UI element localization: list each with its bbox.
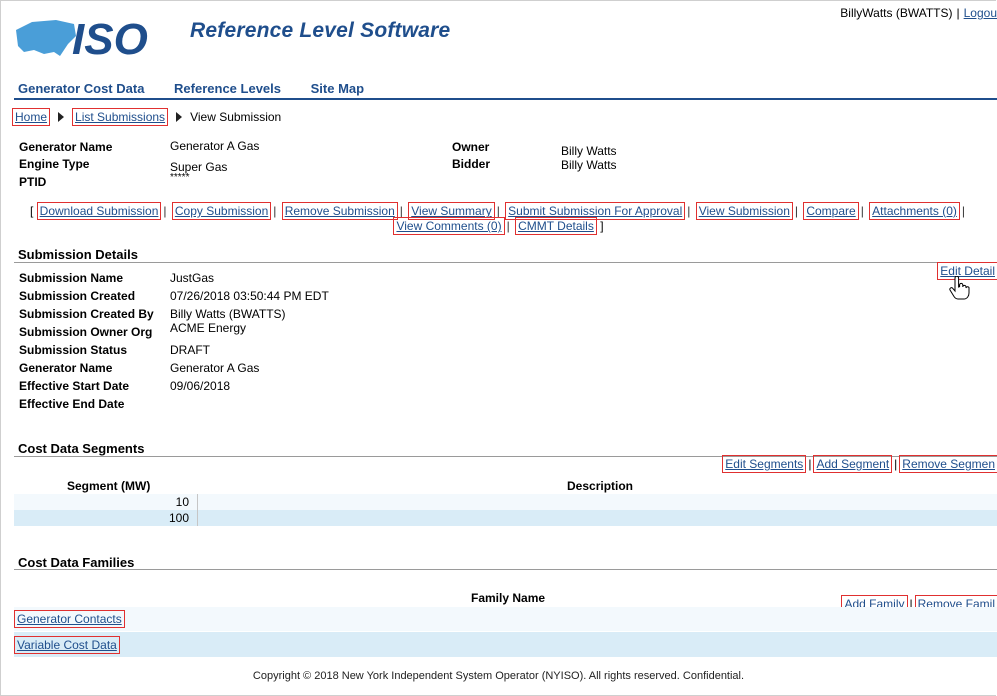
section-divider xyxy=(14,569,997,570)
segment-mw-value: 100 xyxy=(168,511,189,525)
detail-value: ACME Energy xyxy=(170,321,247,335)
download-submission-link[interactable]: Download Submission xyxy=(36,202,162,220)
ptid-label: PTID xyxy=(19,175,47,189)
generator-name-label: Generator Name xyxy=(19,140,113,154)
bidder-value: Billy Watts xyxy=(561,158,617,172)
actions-separator: | xyxy=(687,204,691,218)
actions-separator: | xyxy=(496,204,500,218)
cost-data-segments-title: Cost Data Segments xyxy=(18,441,145,456)
view-comments-link[interactable]: View Comments (0) xyxy=(393,217,505,235)
generator-name-value: Generator A Gas xyxy=(170,139,260,153)
nav-divider xyxy=(14,98,997,100)
detail-label: Submission Owner Org xyxy=(19,325,153,339)
owner-value: Billy Watts xyxy=(561,144,617,158)
detail-value: JustGas xyxy=(170,271,215,285)
footer-copyright: Copyright © 2018 New York Independent Sy… xyxy=(252,670,745,682)
detail-value: 09/06/2018 xyxy=(170,379,231,393)
detail-label: Submission Status xyxy=(19,343,128,357)
user-bar: BillyWatts (BWATTS) | Logou xyxy=(840,6,997,20)
hand-cursor-icon xyxy=(949,276,970,300)
detail-value: DRAFT xyxy=(170,343,210,357)
family-name-header: Family Name xyxy=(471,591,546,605)
breadcrumb-arrow-icon xyxy=(58,112,65,122)
breadcrumb-list-submissions[interactable]: List Submissions xyxy=(72,108,169,126)
actions-separator: | xyxy=(961,204,965,218)
submission-actions-row2: View Comments (0) | CMMT Details ] xyxy=(0,217,997,235)
user-name: BillyWatts (BWATTS) xyxy=(840,6,953,20)
remove-segment-link[interactable]: Remove Segmen xyxy=(899,455,997,473)
ptid-value: ***** xyxy=(170,172,190,183)
breadcrumb: Home List Submissions View Submission xyxy=(12,108,281,126)
detail-value: Generator A Gas xyxy=(170,361,260,375)
logout-link[interactable]: Logou xyxy=(964,6,997,20)
actions-open-bracket: [ xyxy=(29,204,34,218)
breadcrumb-arrow-icon xyxy=(176,112,183,122)
remove-submission-link[interactable]: Remove Submission xyxy=(281,202,398,220)
description-header: Description xyxy=(567,479,634,493)
logo-text: ISO xyxy=(72,16,148,60)
detail-value: Billy Watts (BWATTS) xyxy=(170,307,286,321)
detail-label: Submission Created xyxy=(19,289,136,303)
segment-mw-value: 10 xyxy=(175,495,189,509)
actions-separator: | xyxy=(163,204,167,218)
actions-separator: | xyxy=(506,219,510,233)
segment-mw-header: Segment (MW) xyxy=(67,479,151,493)
main-nav: Generator Cost Data Reference Levels Sit… xyxy=(18,81,390,96)
view-submission-link[interactable]: View Submission xyxy=(695,202,793,220)
family-link-variable-cost-data[interactable]: Variable Cost Data xyxy=(14,636,120,654)
detail-label: Generator Name xyxy=(19,361,113,375)
actions-separator: | xyxy=(794,204,798,218)
nav-reference-levels[interactable]: Reference Levels xyxy=(174,81,281,96)
nyiso-logo: ISO xyxy=(16,16,148,60)
actions-separator: | xyxy=(273,204,277,218)
actions-separator: | xyxy=(860,204,864,218)
nav-site-map[interactable]: Site Map xyxy=(311,81,364,96)
breadcrumb-current: View Submission xyxy=(190,110,282,124)
section-divider xyxy=(14,262,997,263)
detail-label: Effective Start Date xyxy=(19,379,130,393)
family-row xyxy=(14,607,997,631)
submission-actions: [ Download Submission | Copy Submission | … xyxy=(0,202,997,220)
detail-label: Submission Name xyxy=(19,271,124,285)
owner-label: Owner xyxy=(452,140,490,154)
detail-label: Effective End Date xyxy=(19,397,125,411)
cost-data-families-title: Cost Data Families xyxy=(18,555,135,570)
detail-value: 07/26/2018 03:50:44 PM EDT xyxy=(170,289,329,303)
add-segment-link[interactable]: Add Segment xyxy=(813,455,893,473)
edit-segments-link[interactable]: Edit Segments xyxy=(722,455,807,473)
cmmt-details-link[interactable]: CMMT Details xyxy=(515,217,597,235)
family-row xyxy=(14,632,997,657)
copy-submission-link[interactable]: Copy Submission xyxy=(171,202,272,220)
engine-type-label: Engine Type xyxy=(19,157,90,171)
actions-separator: | xyxy=(399,204,403,218)
app-title: Reference Level Software xyxy=(190,19,451,42)
submission-details-title: Submission Details xyxy=(18,247,138,262)
attachments-link[interactable]: Attachments (0) xyxy=(869,202,960,220)
family-link-generator-contacts[interactable]: Generator Contacts xyxy=(14,610,125,628)
actions-close-bracket: ] xyxy=(600,219,604,233)
nav-generator-cost-data[interactable]: Generator Cost Data xyxy=(18,81,144,96)
column-divider xyxy=(197,494,198,526)
segment-actions: Edit Segments | Add Segment | Remove Segmen xyxy=(722,455,997,473)
detail-label: Submission Created By xyxy=(19,307,154,321)
bidder-label: Bidder xyxy=(452,157,491,171)
compare-link[interactable]: Compare xyxy=(803,202,859,220)
breadcrumb-home[interactable]: Home xyxy=(12,108,51,126)
